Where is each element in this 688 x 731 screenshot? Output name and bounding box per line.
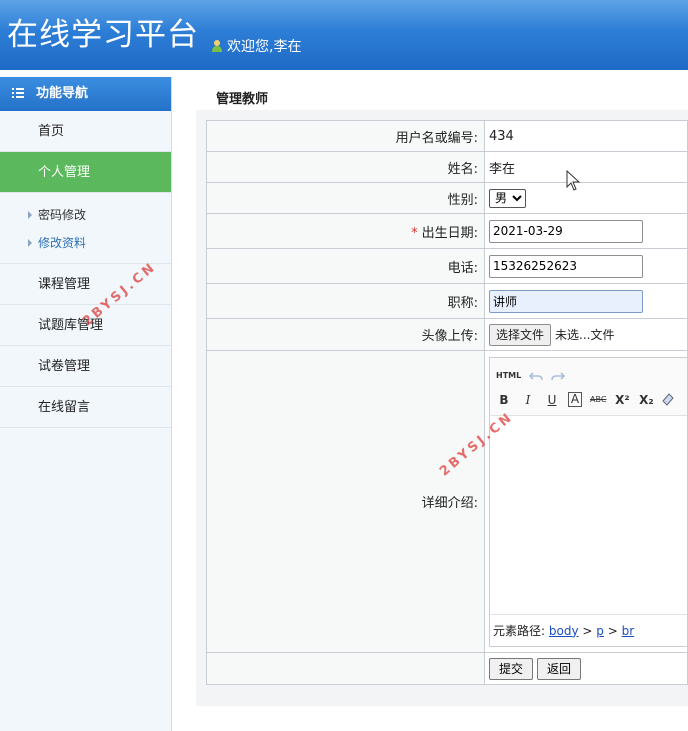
page-title: 管理教师 [216, 92, 269, 107]
teacher-form: 用户名或编号: 434 姓名: 李在 性别: 男 *出生日期: 电话: 职称: [206, 120, 688, 685]
back-button[interactable]: 返回 [537, 657, 582, 680]
sub-item-change-password[interactable]: 密码修改 [0, 201, 171, 229]
birth-cell [484, 213, 688, 249]
toolbar-row-2: B I U A ABC X² X₂ [496, 388, 687, 412]
submit-button[interactable]: 提交 [489, 657, 534, 680]
intro-label: 详细介绍: [206, 350, 485, 653]
header: 在线学习平台 欢迎您,李在 [0, 0, 688, 70]
job-title-label: 职称: [206, 283, 485, 319]
html-source-icon[interactable]: HTML [496, 371, 521, 380]
gender-label: 性别: [206, 182, 485, 214]
nav-title: 功能导航 [36, 86, 89, 101]
path-br-link[interactable]: br [622, 624, 635, 638]
toolbar-row-1: HTML [496, 364, 687, 388]
file-status: 未选...文件 [555, 327, 615, 342]
rich-text-editor: HTML B I U A ABC X² X₂ 元素路径: body > p > … [489, 356, 687, 647]
redo-icon[interactable] [551, 370, 566, 382]
triangle-right-icon [28, 211, 32, 219]
choose-file-button[interactable]: 选择文件 [489, 323, 552, 346]
path-body-link[interactable]: body [549, 624, 579, 638]
name-value: 李在 [484, 151, 688, 183]
nav-header: 功能导航 [0, 77, 171, 111]
username-label: 用户名或编号: [206, 120, 485, 152]
path-separator: > [582, 623, 593, 638]
phone-input[interactable] [489, 254, 643, 278]
sidebar-item-personal[interactable]: 个人管理 [0, 152, 171, 193]
required-mark: * [411, 225, 418, 241]
subscript-icon[interactable]: X₂ [638, 393, 654, 407]
birth-date-input[interactable] [489, 219, 643, 243]
bold-icon[interactable]: B [496, 393, 512, 407]
italic-icon[interactable]: I [520, 393, 536, 407]
phone-cell [484, 248, 688, 284]
username-value: 434 [484, 120, 688, 152]
triangle-right-icon [28, 239, 32, 247]
intro-cell: HTML B I U A ABC X² X₂ 元素路径: body > p > … [484, 350, 688, 653]
underline-icon[interactable]: U [544, 393, 560, 407]
actions-cell: 提交 返回 [484, 652, 688, 685]
editor-content-area[interactable] [490, 416, 687, 612]
sub-item-label: 修改资料 [38, 236, 87, 250]
sidebar-item-home[interactable]: 首页 [0, 111, 171, 152]
phone-label: 电话: [206, 248, 485, 284]
sub-item-edit-profile[interactable]: 修改资料 [0, 229, 171, 257]
mouse-cursor-icon [566, 170, 581, 191]
app-title: 在线学习平台 [7, 17, 199, 53]
avatar-cell: 选择文件 未选...文件 [484, 318, 688, 351]
sidebar-item-messages[interactable]: 在线留言 [0, 387, 171, 428]
gender-cell: 男 [484, 182, 688, 214]
submenu-personal: 密码修改 修改资料 [0, 193, 171, 264]
path-p-link[interactable]: p [596, 624, 604, 638]
path-label: 元素路径: [493, 623, 546, 638]
list-icon [12, 88, 24, 98]
birth-label: * 出生日期: [206, 213, 485, 249]
superscript-icon[interactable]: X² [614, 393, 630, 407]
sidebar: 功能导航 首页 个人管理 密码修改 修改资料 课程管理 试题库管理 试卷管理 在… [0, 77, 172, 731]
user-icon [212, 40, 222, 52]
welcome-label: 欢迎您,李在 [227, 39, 302, 55]
welcome-text: 欢迎您,李在 [211, 36, 301, 56]
job-title-input[interactable] [489, 289, 643, 313]
job-title-cell [484, 283, 688, 319]
name-label: 姓名: [206, 151, 485, 183]
path-separator: > [607, 623, 618, 638]
element-path: 元素路径: body > p > br [490, 613, 687, 646]
sub-item-label: 密码修改 [38, 208, 87, 222]
undo-icon[interactable] [529, 370, 544, 382]
eraser-icon[interactable] [662, 392, 675, 407]
birth-label-text: 出生日期: [421, 225, 478, 241]
actions-label [206, 652, 485, 685]
strikethrough-icon[interactable]: ABC [590, 395, 606, 404]
gender-select[interactable]: 男 [489, 188, 526, 208]
sidebar-item-exams[interactable]: 试卷管理 [0, 346, 171, 387]
avatar-label: 头像上传: [206, 318, 485, 351]
font-color-icon[interactable]: A [568, 392, 582, 407]
editor-toolbar: HTML B I U A ABC X² X₂ [490, 357, 687, 416]
